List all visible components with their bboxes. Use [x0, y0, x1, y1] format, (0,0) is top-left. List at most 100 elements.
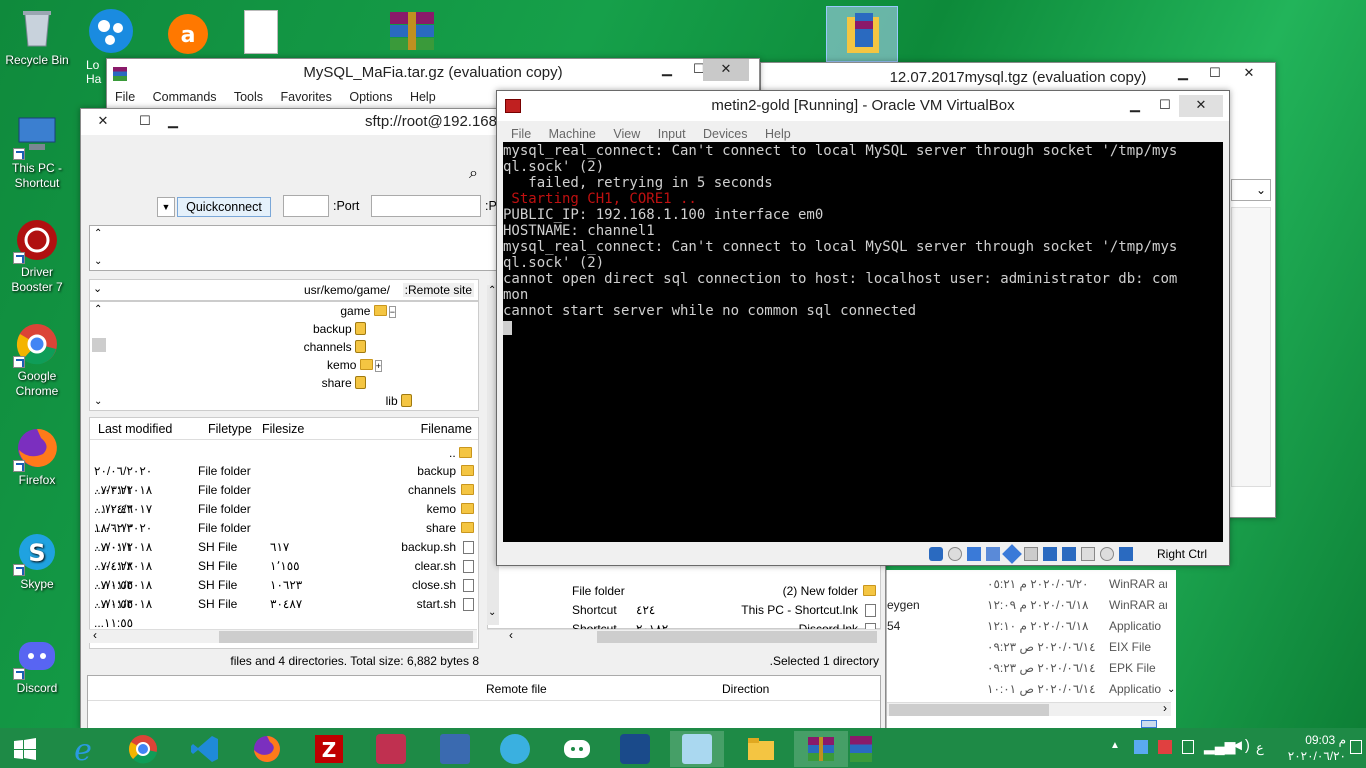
desktop-icon-recycle-bin[interactable]: Recycle Bin: [4, 6, 70, 68]
scroll-down-icon[interactable]: ⌄: [94, 256, 102, 267]
minimize-button[interactable]: ▁: [1119, 95, 1151, 117]
collapse-icon[interactable]: −: [388, 306, 396, 318]
scroll-thumb[interactable]: [889, 704, 1049, 716]
clock[interactable]: 09:03 م ٢٠٢٠/٠٦/٢٠: [1284, 732, 1346, 764]
col-filesize[interactable]: Filesize: [262, 418, 304, 440]
table-row[interactable]: ٠٧/٠١/٢٠١٨ ١١:٥٥... SH File ١٠٦٢٣ close.sh: [90, 576, 478, 611]
menu-help[interactable]: Help: [410, 90, 436, 104]
table-row[interactable]: ١٨/٠٢/٢٠٢٠ ١٠:١١... File folder share: [90, 519, 478, 554]
optical-drive-icon[interactable]: [948, 547, 962, 561]
desktop-icon-winrar[interactable]: [388, 10, 436, 54]
table-row[interactable]: ٠٧/٠١/٢٠١٨ ١١:٥٥... SH File ١٬١٥٥ clear.sh: [90, 557, 478, 592]
desktop-icon-this-pc[interactable]: This PC - Shortcut: [4, 114, 70, 191]
port-input[interactable]: [283, 195, 329, 217]
scrollbar-vertical[interactable]: [1231, 207, 1271, 487]
vm-console[interactable]: mysql_real_connect: Can't connect to loc…: [503, 142, 1223, 542]
taskbar-network-tool[interactable]: [428, 731, 482, 767]
start-button[interactable]: [0, 731, 50, 767]
notifications-icon[interactable]: [1350, 740, 1362, 754]
host-key-icon[interactable]: [1119, 547, 1133, 561]
close-button[interactable]: ✕: [703, 59, 749, 81]
minimize-button[interactable]: ▁: [1167, 63, 1199, 85]
title-bar[interactable]: 12.07.2017mysql.tgz (evaluation copy) ▁ …: [761, 63, 1275, 93]
taskbar-virtualbox[interactable]: [608, 731, 662, 767]
path-dropdown-icon[interactable]: ⌄: [93, 282, 102, 295]
message-log[interactable]: ⌃ ⌄: [89, 225, 499, 271]
volume-icon[interactable]: ◄): [1230, 737, 1250, 754]
language-indicator[interactable]: ع: [1256, 740, 1264, 756]
scroll-down-icon[interactable]: ⌄: [94, 396, 102, 407]
col-filename[interactable]: Filename: [421, 418, 472, 440]
list-item[interactable]: ٢٠٢٠/٠٦/١٤ ص ٠٩:٢٣ EIX File: [887, 637, 1167, 658]
details-view-icon[interactable]: [1141, 720, 1157, 728]
menu-commands[interactable]: Commands: [153, 90, 217, 104]
scrollbar-horizontal[interactable]: ›: [887, 701, 1171, 716]
scroll-thumb[interactable]: [219, 631, 473, 643]
scroll-down-icon[interactable]: ⌄: [1167, 684, 1175, 695]
menu-devices[interactable]: Devices: [703, 127, 747, 141]
desktop-icon-firefox[interactable]: Firefox: [4, 426, 70, 488]
col-filetype[interactable]: Filetype: [208, 418, 252, 440]
menu-input[interactable]: Input: [658, 127, 686, 141]
show-hidden-icons[interactable]: ▲: [1110, 740, 1120, 751]
dropdown-box[interactable]: ⌄: [1231, 179, 1271, 201]
menu-tools[interactable]: Tools: [234, 90, 263, 104]
list-item-parent[interactable]: ..: [449, 444, 472, 463]
tree-item-game[interactable]: game −: [340, 302, 396, 321]
close-button[interactable]: ✕: [1179, 95, 1223, 117]
binoculars-icon[interactable]: ⌕: [469, 165, 478, 183]
table-row[interactable]: Shortcut ٤٢٤ This PC - Shortcut.lnk: [488, 601, 880, 620]
list-item[interactable]: ٢٠٢٠/٠٦/٢٠ م ٠٥:٢١ WinRAR ar: [887, 574, 1167, 595]
tree-item-channels[interactable]: channels: [304, 338, 366, 357]
scroll-thumb[interactable]: [92, 338, 106, 352]
usb-icon[interactable]: [1002, 544, 1022, 564]
quickconnect-dropdown[interactable]: ▼: [157, 197, 175, 217]
scroll-left-icon[interactable]: ‹: [93, 628, 97, 642]
desktop-icon-discord[interactable]: Discord: [4, 634, 70, 696]
menu-machine[interactable]: Machine: [549, 127, 596, 141]
scroll-right-icon[interactable]: ›: [1163, 701, 1167, 715]
taskbar-notepad[interactable]: [670, 731, 724, 767]
tree-item-lib[interactable]: lib: [386, 392, 412, 411]
close-button[interactable]: ✕: [1233, 63, 1265, 85]
col-last-modified[interactable]: Last modified: [98, 418, 172, 440]
tree-item-backup[interactable]: backup: [313, 320, 366, 339]
taskbar-bluestacks[interactable]: [488, 731, 542, 767]
maximize-button[interactable]: ☐: [1199, 63, 1231, 85]
table-row[interactable]: ٢٠/٠٦/٢٠٢٠ ٠٣:٢١... File folder backup: [90, 462, 478, 497]
shared-folders-icon[interactable]: [1024, 547, 1038, 561]
list-item[interactable]: ٢٠٢٠/٠٦/١٤ ص ٠٩:٢٣ EPK File: [887, 658, 1167, 679]
minimize-button[interactable]: ▁: [157, 111, 189, 133]
video-capture-icon[interactable]: [1062, 547, 1076, 561]
desktop-icon-lo-ha[interactable]: [86, 6, 136, 56]
taskbar-ie[interactable]: e: [56, 731, 110, 767]
desktop-icon-avast[interactable]: a: [164, 8, 212, 56]
scroll-thumb[interactable]: [597, 631, 877, 643]
scroll-up-icon[interactable]: ⌃: [94, 228, 102, 239]
password-input[interactable]: [371, 195, 481, 217]
hard-disk-icon[interactable]: [929, 547, 943, 561]
taskbar-winrar[interactable]: [794, 731, 848, 767]
tray-app-icon-2[interactable]: [1158, 740, 1172, 754]
remote-path-input[interactable]: usr/kemo/game/: [304, 283, 390, 297]
table-row[interactable]: ٠٧/٠١/٢٠١٨ ١١:٥٥... SH File ٣٠٤٨٧ start.sh: [90, 595, 478, 630]
desktop-icon-selected-folder[interactable]: [826, 6, 898, 62]
tree-item-kemo[interactable]: kemo +: [327, 356, 382, 375]
taskbar-vscode[interactable]: [178, 731, 232, 767]
taskbar-filezilla[interactable]: Z: [302, 731, 356, 767]
menu-view[interactable]: View: [613, 127, 640, 141]
taskbar-chrome[interactable]: [116, 731, 170, 767]
network-icon[interactable]: [986, 547, 1000, 561]
taskbar-discord[interactable]: [550, 731, 604, 767]
desktop-icon-blank-file[interactable]: [244, 10, 278, 54]
tree-item-share[interactable]: share: [322, 374, 366, 393]
taskbar-winrar-2[interactable]: [846, 731, 876, 767]
menu-file[interactable]: File: [511, 127, 531, 141]
scroll-left-icon[interactable]: ‹: [509, 628, 513, 642]
audio-icon[interactable]: [967, 547, 981, 561]
desktop-icon-google-chrome[interactable]: Google Chrome: [4, 322, 70, 399]
scroll-up-icon[interactable]: ⌃: [94, 304, 102, 315]
list-item[interactable]: eygen ٢٠٢٠/٠٦/١٨ م ١٢:٠٩ WinRAR ar: [887, 595, 1167, 616]
list-item[interactable]: 54 ٢٠٢٠/٠٦/١٨ م ١٢:١٠ Applicatio: [887, 616, 1167, 637]
desktop-icon-skype[interactable]: S Skype: [4, 530, 70, 592]
